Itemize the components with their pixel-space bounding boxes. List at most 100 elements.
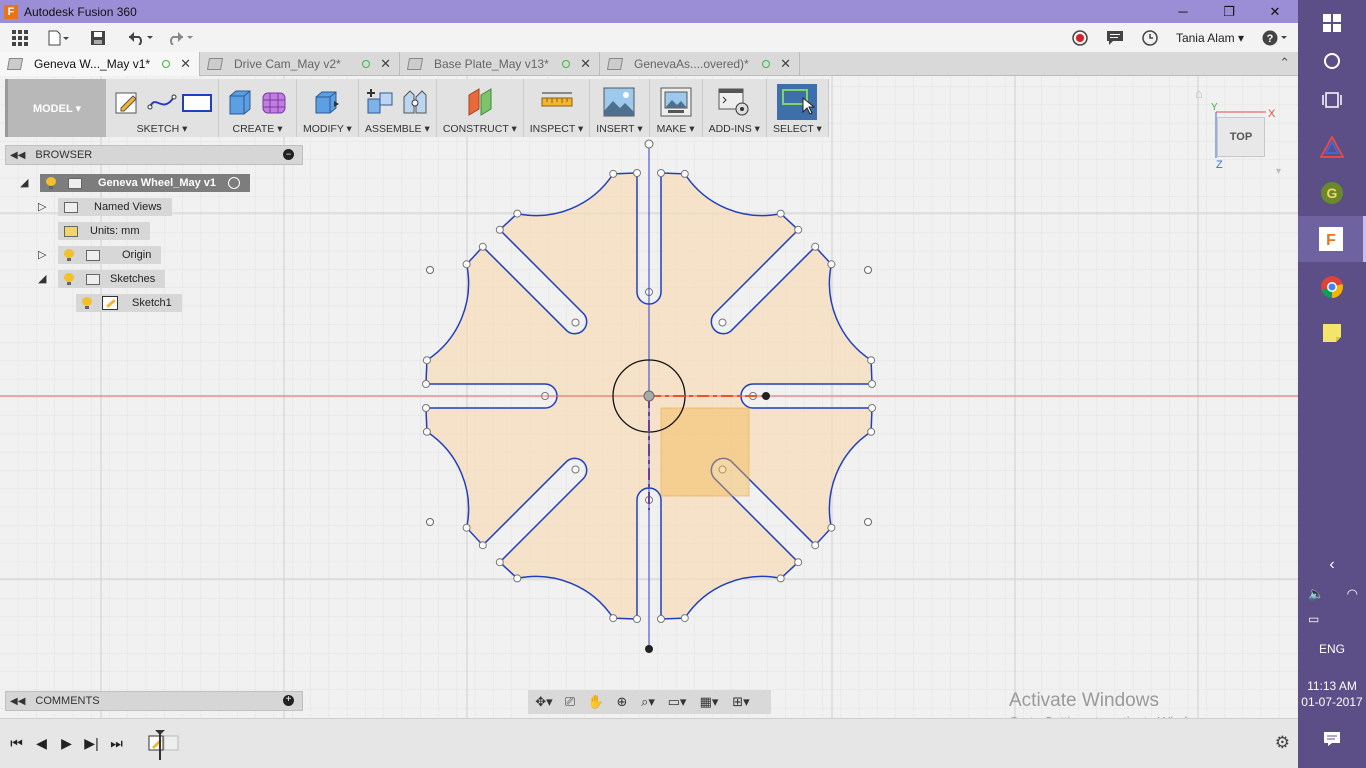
press-pull-icon[interactable] bbox=[307, 87, 347, 117]
close-tab-icon[interactable]: ✕ bbox=[580, 56, 591, 72]
step-back-icon[interactable]: ◀ bbox=[29, 732, 54, 756]
autodesk-app-icon[interactable] bbox=[1298, 124, 1366, 170]
fusion-360-taskbar-icon[interactable]: F bbox=[1298, 216, 1366, 262]
joint-icon[interactable] bbox=[400, 87, 430, 117]
sketch-point-bottom[interactable] bbox=[645, 645, 653, 653]
show-hidden-icons-chevron-icon[interactable]: ‹ bbox=[1298, 550, 1366, 580]
sketch-group[interactable]: SKETCH ▾ bbox=[106, 79, 219, 137]
record-icon[interactable] bbox=[1072, 23, 1088, 52]
construct-group-label[interactable]: CONSTRUCT ▾ bbox=[443, 123, 517, 135]
origin-point[interactable] bbox=[643, 390, 655, 402]
go-to-start-icon[interactable]: ⏮ bbox=[4, 732, 29, 756]
insert-group[interactable]: INSERT ▾ bbox=[590, 79, 650, 137]
collapsed-triangle-icon[interactable]: ▷ bbox=[38, 200, 46, 213]
sketch-endpoint[interactable] bbox=[868, 380, 876, 388]
user-account-menu[interactable]: Tania Alam ▾ bbox=[1176, 31, 1244, 45]
sketch-endpoint[interactable] bbox=[680, 169, 689, 178]
tree-root-row[interactable]: ◢ Geneva Wheel_May v1 bbox=[20, 174, 251, 192]
sketch-endpoint[interactable] bbox=[478, 541, 487, 550]
sketch-endpoint[interactable] bbox=[495, 225, 504, 234]
visibility-bulb-icon[interactable] bbox=[64, 249, 74, 261]
go-to-end-icon[interactable]: ⏭ bbox=[104, 732, 129, 756]
create-sketch-icon[interactable] bbox=[112, 87, 142, 117]
make-group[interactable]: MAKE ▾ bbox=[650, 79, 703, 137]
activate-radio-icon[interactable] bbox=[228, 177, 241, 189]
sketch-endpoint[interactable] bbox=[867, 427, 876, 436]
maximize-button[interactable]: ❐ bbox=[1206, 0, 1252, 23]
look-at-icon[interactable]: ⎚ bbox=[558, 692, 582, 712]
help-icon[interactable]: ? bbox=[1262, 23, 1288, 52]
tree-node-named-views[interactable]: Named Views bbox=[58, 198, 172, 216]
close-tab-icon[interactable]: ✕ bbox=[180, 56, 191, 72]
insert-image-icon[interactable] bbox=[599, 87, 639, 117]
sketch-endpoint[interactable] bbox=[513, 209, 522, 218]
modify-group-label[interactable]: MODIFY ▾ bbox=[303, 123, 352, 135]
offset-plane-icon[interactable] bbox=[455, 87, 505, 117]
assemble-group-label[interactable]: ASSEMBLE ▾ bbox=[365, 123, 430, 135]
visibility-bulb-icon[interactable] bbox=[82, 297, 92, 309]
close-tab-icon[interactable]: ✕ bbox=[380, 56, 391, 72]
doc-tab-geneva-assembly[interactable]: GenevaAs....overed)* ✕ bbox=[600, 52, 800, 76]
sketch-canvas-svg[interactable]: X Y Z bbox=[0, 76, 1298, 718]
sketch-endpoint[interactable] bbox=[633, 615, 641, 623]
viewcube-top-face[interactable]: TOP bbox=[1217, 117, 1265, 157]
sketch-endpoint[interactable] bbox=[609, 614, 618, 623]
sketch-endpoint[interactable] bbox=[794, 558, 803, 567]
visibility-bulb-icon[interactable] bbox=[64, 273, 74, 285]
tree-node-units[interactable]: Units: mm bbox=[58, 222, 150, 240]
expanded-triangle-icon[interactable]: ◢ bbox=[38, 272, 46, 285]
display-settings-icon[interactable]: ▭▾ bbox=[662, 692, 692, 712]
sketch-endpoint[interactable] bbox=[776, 574, 785, 583]
tree-sketches-row[interactable]: ◢ Sketches bbox=[38, 270, 166, 288]
sketch-point-right[interactable] bbox=[762, 392, 770, 400]
taskbar-clock[interactable]: 11:13 AM 01-07-2017 bbox=[1298, 678, 1366, 710]
sketch-group-label[interactable]: SKETCH ▾ bbox=[137, 123, 188, 135]
step-forward-icon[interactable]: ▶| bbox=[79, 732, 104, 756]
collapse-comments-icon[interactable]: ◀◀ bbox=[10, 696, 25, 707]
sketch-endpoint[interactable] bbox=[633, 169, 641, 177]
tree-origin-row[interactable]: ▷ Origin bbox=[38, 246, 162, 264]
tree-units-row[interactable]: Units: mm bbox=[58, 222, 150, 240]
inspect-group[interactable]: INSPECT ▾ bbox=[524, 79, 591, 137]
zoom-icon[interactable]: ⊕ bbox=[610, 692, 634, 712]
orbit-icon[interactable]: ✥▾ bbox=[532, 692, 556, 712]
data-panel-grid-icon[interactable] bbox=[0, 23, 40, 52]
volume-icon[interactable]: 🔈 bbox=[1308, 586, 1324, 602]
add-ins-group-label[interactable]: ADD-INS ▾ bbox=[709, 123, 760, 135]
scripts-addins-icon[interactable] bbox=[711, 87, 757, 117]
workspace-switcher-button[interactable]: MODEL ▾ bbox=[5, 79, 106, 137]
sketch-point-top[interactable] bbox=[644, 139, 654, 149]
close-button[interactable]: ✕ bbox=[1252, 0, 1298, 23]
add-comment-icon[interactable]: + bbox=[283, 695, 294, 706]
tree-node-sketch1[interactable]: Sketch1 bbox=[76, 294, 182, 312]
sketch-endpoint[interactable] bbox=[422, 380, 430, 388]
home-view-icon[interactable]: ⌂ bbox=[1195, 86, 1203, 101]
browser-panel-header[interactable]: ◀◀ BROWSER − bbox=[5, 145, 303, 165]
rectangle-icon[interactable] bbox=[182, 87, 212, 117]
sketch-endpoint[interactable] bbox=[718, 318, 727, 327]
chrome-browser-icon[interactable] bbox=[1298, 264, 1366, 310]
minimize-button[interactable]: ─ bbox=[1160, 0, 1206, 23]
sticky-notes-icon[interactable] bbox=[1298, 310, 1366, 356]
action-center-icon[interactable] bbox=[1298, 716, 1366, 762]
design-canvas[interactable]: X Y Z bbox=[0, 76, 1298, 718]
construct-group[interactable]: CONSTRUCT ▾ bbox=[437, 79, 524, 137]
fit-zoom-icon[interactable]: ⌕▾ bbox=[636, 692, 660, 712]
select-group[interactable]: SELECT ▾ bbox=[766, 79, 829, 137]
comments-panel-header[interactable]: ◀◀ COMMENTS + bbox=[5, 691, 303, 711]
battery-icon[interactable]: ▭ bbox=[1308, 612, 1319, 626]
sketch-endpoint[interactable] bbox=[657, 615, 665, 623]
sketch-point[interactable] bbox=[426, 518, 434, 526]
insert-group-label[interactable]: INSERT ▾ bbox=[596, 123, 642, 135]
sketch-endpoint[interactable] bbox=[776, 209, 785, 218]
job-status-clock-icon[interactable] bbox=[1142, 23, 1158, 52]
collapsed-triangle-icon[interactable]: ▷ bbox=[38, 248, 46, 261]
create-group-label[interactable]: CREATE ▾ bbox=[233, 123, 283, 135]
sketch-endpoint[interactable] bbox=[478, 242, 487, 251]
sketch-endpoint[interactable] bbox=[513, 574, 522, 583]
sketch-endpoint[interactable] bbox=[422, 427, 431, 436]
expanded-triangle-icon[interactable]: ◢ bbox=[20, 176, 28, 189]
grid-settings-icon[interactable]: ▦▾ bbox=[694, 692, 724, 712]
visibility-bulb-icon[interactable] bbox=[46, 177, 56, 189]
3d-print-icon[interactable] bbox=[656, 87, 696, 117]
